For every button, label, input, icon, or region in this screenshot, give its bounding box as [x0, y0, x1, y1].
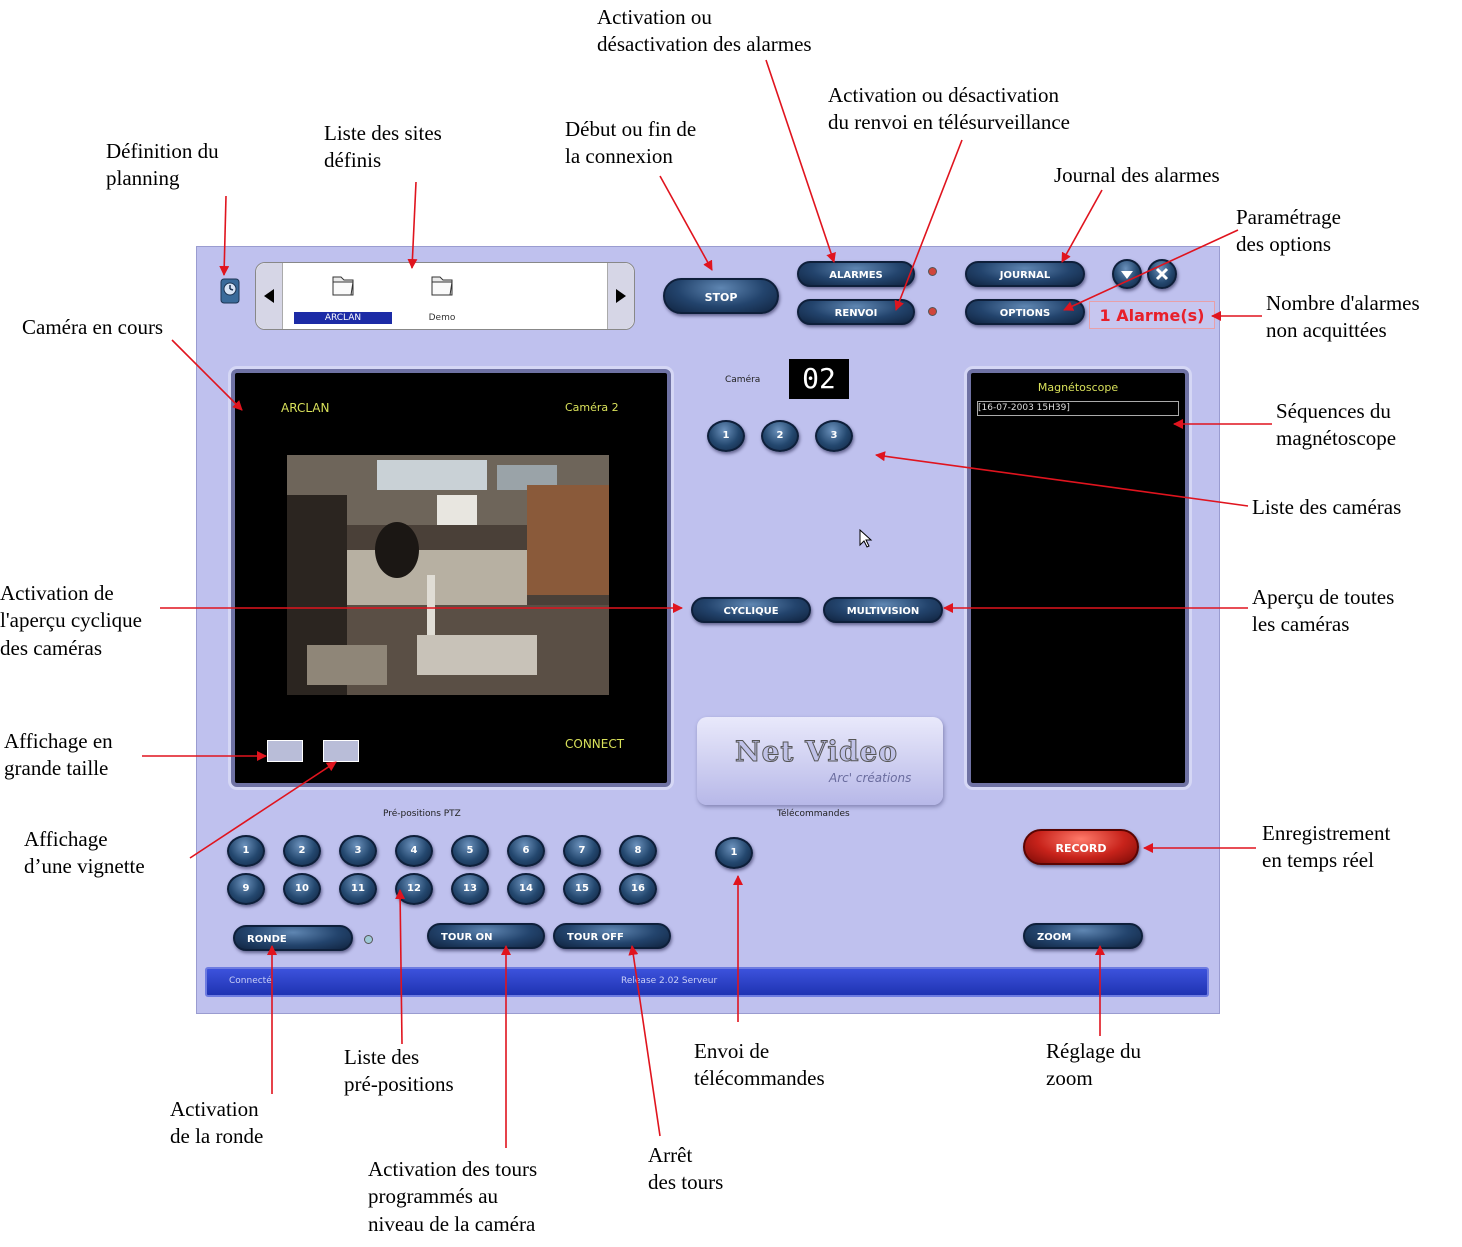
arrow-camera-cours — [171, 339, 243, 411]
annotation-arrows — [142, 59, 1272, 1148]
arrow-tours-off — [628, 945, 661, 1137]
arrow-sites — [407, 181, 418, 269]
arrow-alarmes — [765, 59, 836, 263]
arrow-journal — [1061, 189, 1103, 263]
arrow-options — [1063, 229, 1239, 311]
arrow-vignette — [189, 761, 337, 859]
arrow-liste-cameras — [875, 451, 1249, 507]
arrow-connexion — [659, 175, 713, 271]
arrow-prepositions — [395, 889, 406, 1045]
arrow-planning — [219, 195, 230, 276]
arrow-renvoi — [894, 139, 963, 311]
